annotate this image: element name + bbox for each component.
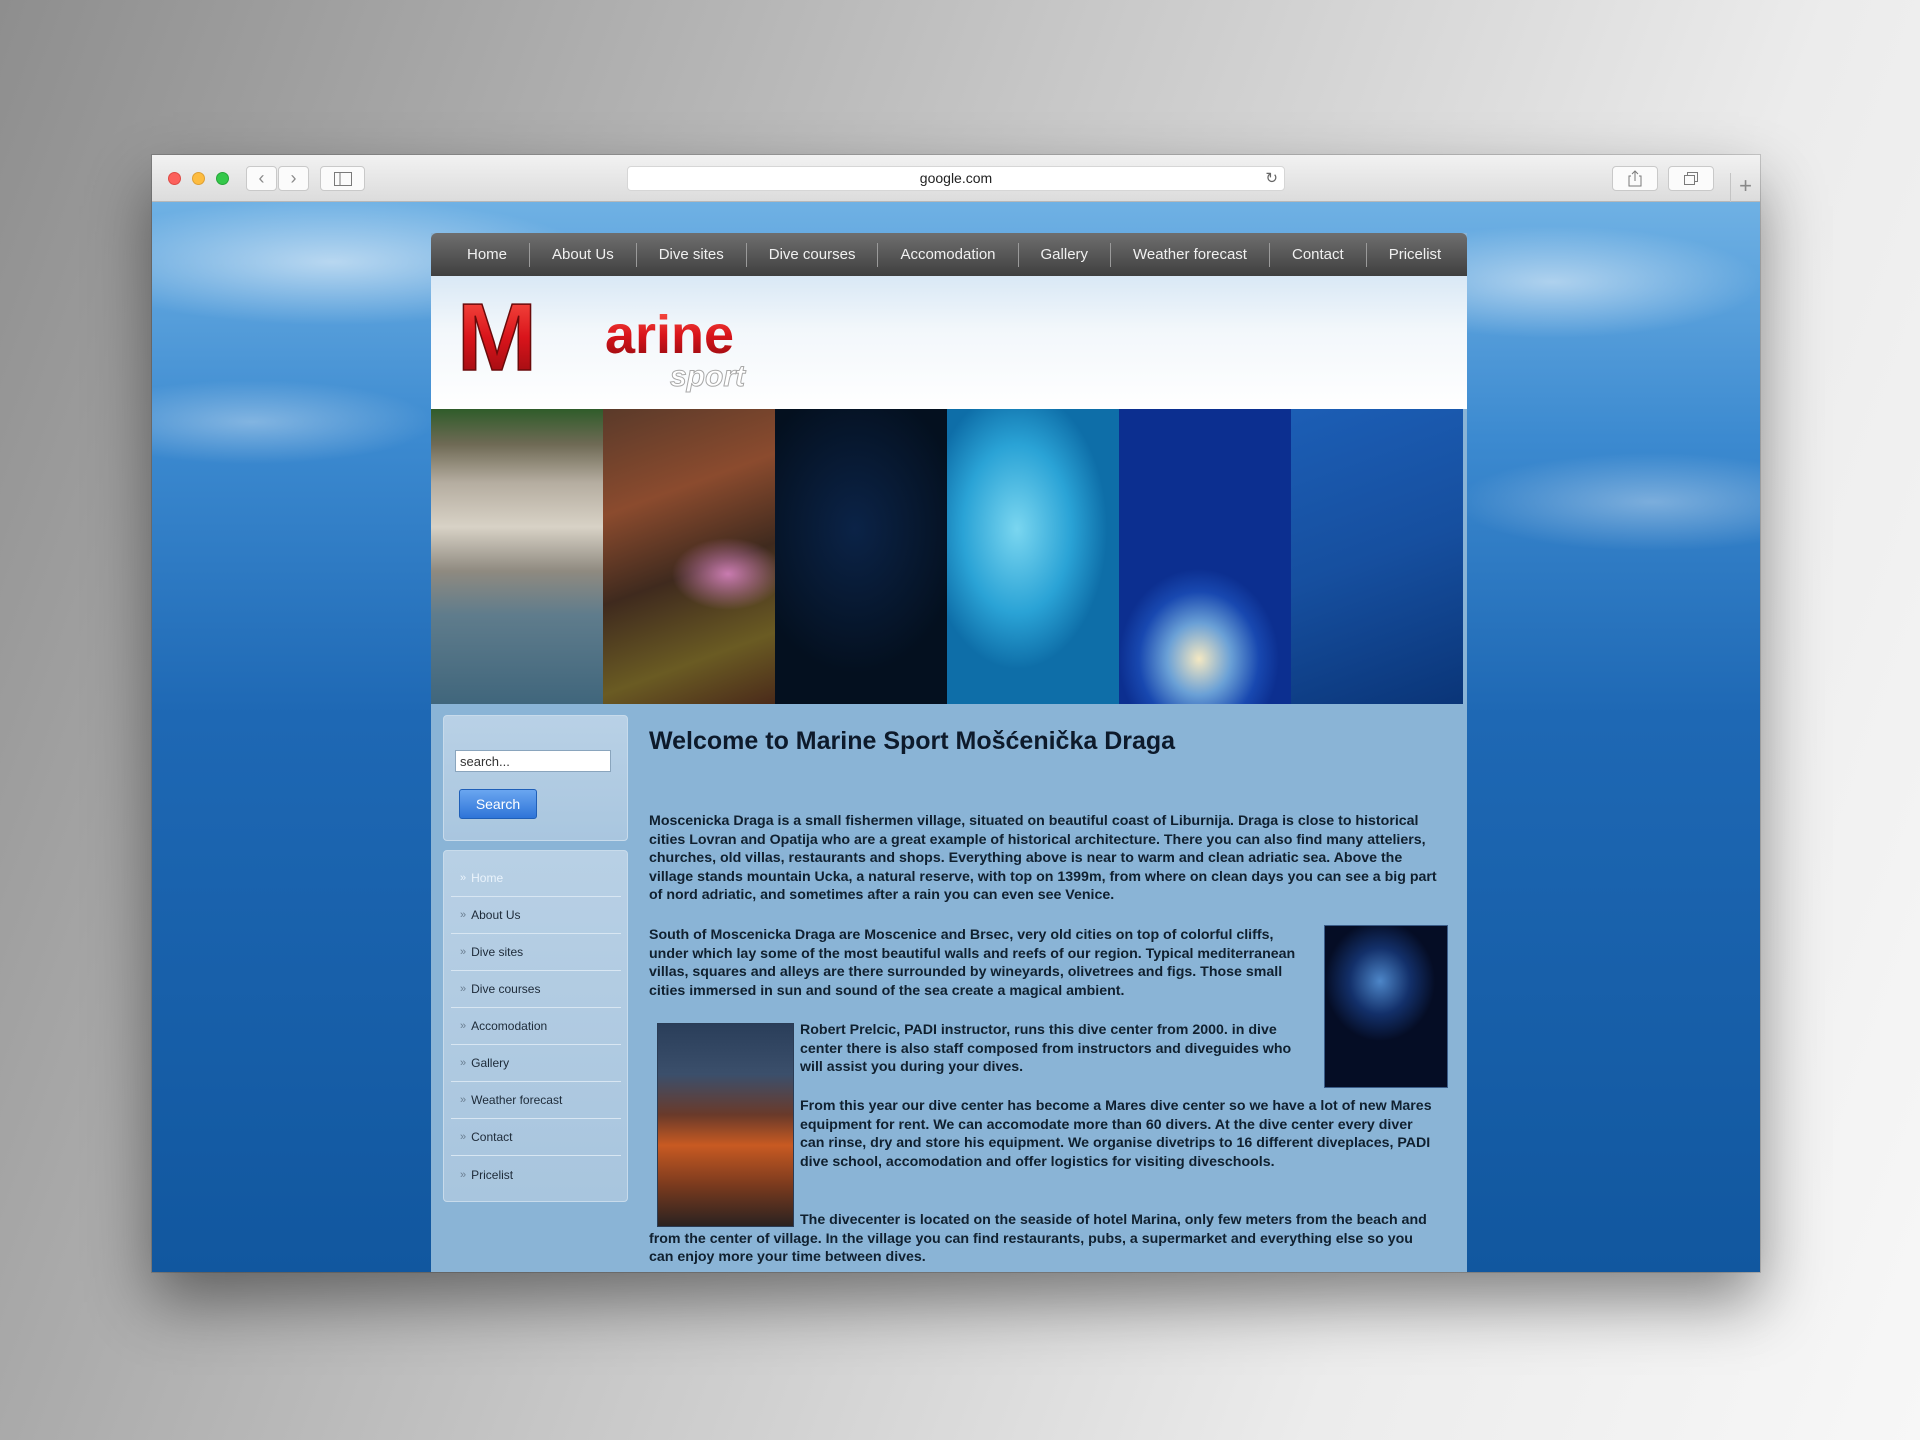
side-menu-dive-courses[interactable]: » Dive courses <box>451 971 621 1008</box>
nav-accomodation[interactable]: Accomodation <box>878 242 1019 267</box>
chevron-right-icon: › <box>290 168 297 188</box>
instructor-paragraph: Robert Prelcic, PADI instructor, runs th… <box>800 1022 1292 1076</box>
side-menu-accomodation[interactable]: » Accomodation <box>451 1008 621 1045</box>
search-button[interactable]: Search <box>459 789 537 819</box>
nav-weather-forecast[interactable]: Weather forecast <box>1111 242 1270 267</box>
page-title: Welcome to Marine Sport Mošćenička Draga <box>649 727 1176 755</box>
reload-icon[interactable]: ↻ <box>1265 167 1278 190</box>
photo-banner <box>431 409 1463 704</box>
banner-photo-fish <box>603 409 775 704</box>
side-menu-weather-forecast[interactable]: » Weather forecast <box>451 1082 621 1119</box>
close-window-button[interactable] <box>168 172 181 185</box>
top-navigation: Home About Us Dive sites Dive courses Ac… <box>431 233 1467 276</box>
nav-about-us[interactable]: About Us <box>530 242 637 267</box>
logo-sub: sport <box>670 360 747 393</box>
site-header: M arine sport <box>431 276 1467 409</box>
logo-word: arine <box>605 305 734 365</box>
forward-button[interactable]: › <box>278 166 309 191</box>
banner-photo-wall <box>1291 409 1463 704</box>
nav-contact[interactable]: Contact <box>1270 242 1367 267</box>
south-paragraph: South of Moscenicka Draga are Moscenice … <box>649 927 1296 999</box>
double-chevron-icon: » <box>460 872 467 884</box>
double-chevron-icon: » <box>460 1094 467 1106</box>
side-menu-pricelist[interactable]: » Pricelist <box>451 1156 621 1193</box>
mares-paragraph: From this year our dive center has becom… <box>800 1098 1432 1170</box>
plus-icon: + <box>1739 173 1752 198</box>
staff-photo <box>657 1023 794 1227</box>
banner-photo-cliffs <box>431 409 603 704</box>
marine-sport-logo[interactable]: M arine sport <box>455 290 775 398</box>
nav-home[interactable]: Home <box>445 242 531 267</box>
back-button[interactable]: ‹ <box>246 166 277 191</box>
browser-toolbar: ‹ › google.com ↻ + <box>152 155 1760 202</box>
location-paragraph: The divecenter is located on the seaside… <box>649 1212 1427 1266</box>
minimize-window-button[interactable] <box>192 172 205 185</box>
search-module: Search <box>443 715 628 841</box>
zoom-window-button[interactable] <box>216 172 229 185</box>
side-menu-home[interactable]: » Home <box>451 860 621 897</box>
side-menu-dive-sites[interactable]: » Dive sites <box>451 934 621 971</box>
banner-photo-deep-water <box>775 409 947 704</box>
cave-diver-photo <box>1324 925 1448 1088</box>
side-menu-about-us[interactable]: » About Us <box>451 897 621 934</box>
double-chevron-icon: » <box>460 1131 467 1143</box>
search-input[interactable] <box>455 750 611 772</box>
chevron-left-icon: ‹ <box>258 168 265 188</box>
url-text: google.com <box>919 170 993 186</box>
side-menu: » Home » About Us » Dive sites » Dive course… <box>443 850 628 1202</box>
browser-window: ‹ › google.com ↻ + Home About Us Dive si… <box>152 155 1760 1272</box>
banner-photo-bubbles <box>947 409 1119 704</box>
logo-big-letter: M <box>457 290 537 391</box>
double-chevron-icon: » <box>460 1020 467 1032</box>
page-viewport: Home About Us Dive sites Dive courses Ac… <box>152 202 1760 1272</box>
double-chevron-icon: » <box>460 946 467 958</box>
tabs-icon <box>1684 172 1698 185</box>
new-tab-button[interactable]: + <box>1730 173 1760 202</box>
nav-dive-sites[interactable]: Dive sites <box>637 242 747 267</box>
double-chevron-icon: » <box>460 983 467 995</box>
tabs-button[interactable] <box>1668 166 1714 191</box>
sidebar-toggle-button[interactable] <box>320 166 365 191</box>
double-chevron-icon: » <box>460 1057 467 1069</box>
nav-dive-courses[interactable]: Dive courses <box>747 242 879 267</box>
side-menu-gallery[interactable]: » Gallery <box>451 1045 621 1082</box>
double-chevron-icon: » <box>460 1168 467 1181</box>
nav-gallery[interactable]: Gallery <box>1019 242 1112 267</box>
intro-paragraph: Moscenicka Draga is a small fishermen vi… <box>649 813 1437 904</box>
share-icon <box>1628 170 1642 187</box>
banner-photo-diver <box>1119 409 1291 704</box>
address-bar[interactable]: google.com ↻ <box>627 166 1285 191</box>
side-menu-contact[interactable]: » Contact <box>451 1119 621 1156</box>
site-container: Home About Us Dive sites Dive courses Ac… <box>431 233 1467 1272</box>
nav-pricelist[interactable]: Pricelist <box>1367 243 1464 267</box>
sidebar-icon <box>333 172 352 186</box>
share-button[interactable] <box>1612 166 1658 191</box>
double-chevron-icon: » <box>460 909 467 921</box>
